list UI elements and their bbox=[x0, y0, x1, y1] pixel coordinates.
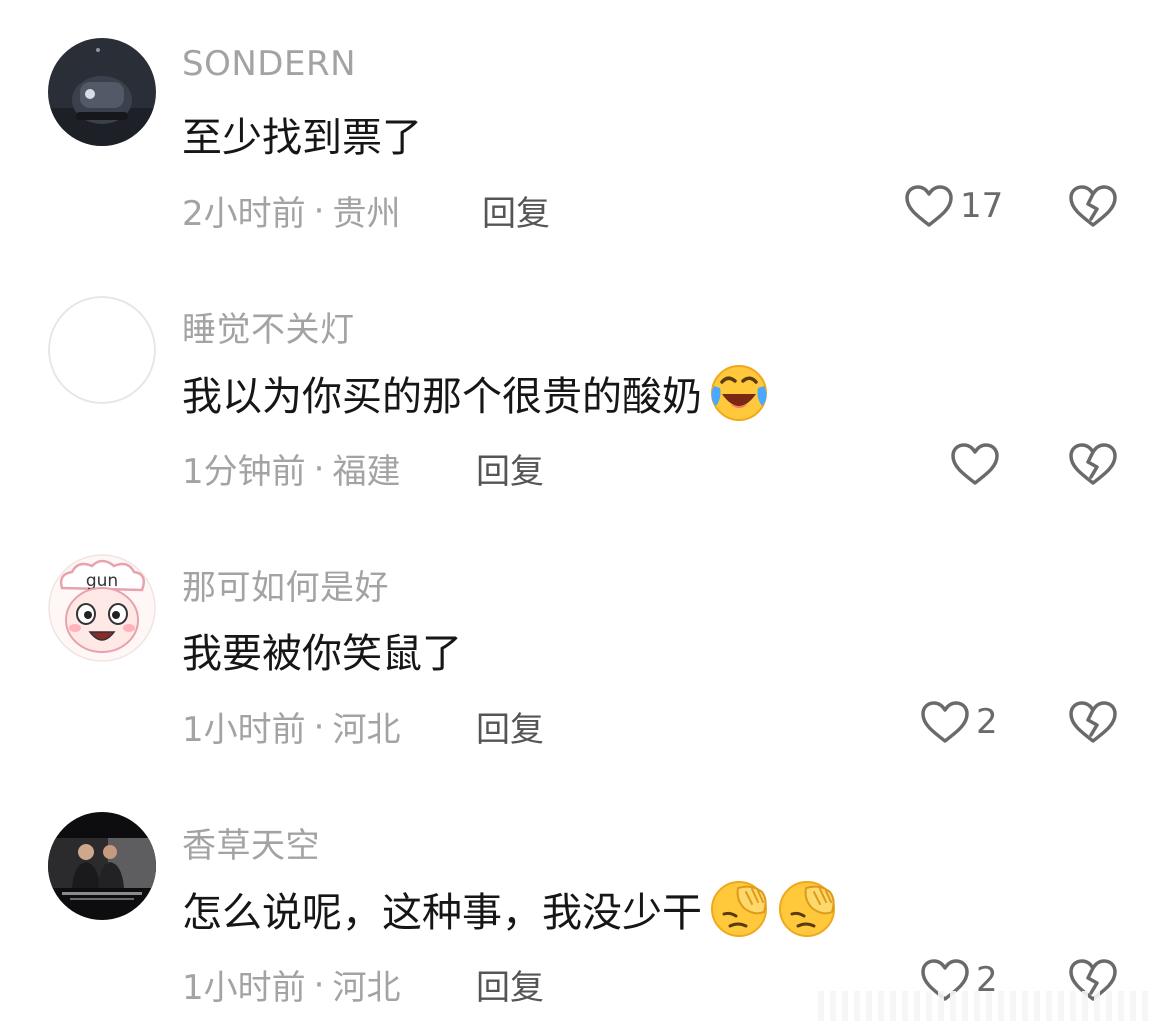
meta-separator: · bbox=[314, 707, 325, 747]
reply-button[interactable]: 回复 bbox=[476, 960, 544, 1009]
username[interactable]: 那可如何是好 bbox=[182, 560, 389, 609]
comment-text-content: 我要被你笑鼠了 bbox=[182, 621, 462, 679]
heart-icon bbox=[920, 700, 970, 744]
comment-time: 2小时前 bbox=[182, 186, 306, 235]
facepalm-emoji-icon bbox=[776, 878, 838, 940]
heart-icon bbox=[950, 442, 1000, 486]
heart-icon bbox=[904, 184, 954, 228]
blank-avatar-icon bbox=[48, 296, 156, 404]
reply-button[interactable]: 回复 bbox=[476, 702, 544, 751]
meta-separator: · bbox=[314, 965, 325, 1005]
comment-item: SONDERN 至少找到票了 2小时前 · 贵州 回复 17 bbox=[0, 0, 1170, 258]
comment-meta: 1分钟前 · 福建 bbox=[182, 444, 400, 493]
comment-text-content: 我以为你买的那个很贵的酸奶 bbox=[182, 364, 702, 422]
user-avatar[interactable] bbox=[48, 812, 156, 920]
comment-item: gun 那可如何是好 我要被你笑鼠了 1小时前 · 河北 回复 2 bbox=[0, 516, 1170, 774]
broken-heart-icon bbox=[1068, 442, 1118, 486]
comment-time: 1小时前 bbox=[182, 960, 306, 1009]
comment-location: 贵州 bbox=[332, 186, 400, 235]
two-men-photo-avatar-icon bbox=[48, 812, 156, 920]
dislike-button[interactable] bbox=[1068, 184, 1118, 228]
comment-meta: 2小时前 · 贵州 bbox=[182, 186, 400, 235]
watermark-overlay bbox=[812, 991, 1152, 1021]
comment-meta: 1小时前 · 河北 bbox=[182, 702, 400, 751]
comment-time: 1小时前 bbox=[182, 702, 306, 751]
dislike-button[interactable] bbox=[1068, 700, 1118, 744]
like-button[interactable]: 17 bbox=[904, 184, 1003, 228]
username[interactable]: 睡觉不关灯 bbox=[182, 302, 355, 351]
comment-item: 睡觉不关灯 我以为你买的那个很贵的酸奶 1分钟前 · 福建 回复 bbox=[0, 258, 1170, 516]
dark-device-avatar-icon bbox=[48, 38, 156, 146]
user-avatar[interactable] bbox=[48, 296, 156, 404]
username[interactable]: SONDERN bbox=[182, 44, 356, 84]
cartoon-sheep-avatar-icon: gun bbox=[48, 554, 156, 662]
user-avatar[interactable] bbox=[48, 38, 156, 146]
laughing-crying-emoji-icon bbox=[708, 362, 770, 424]
broken-heart-icon bbox=[1068, 700, 1118, 744]
username[interactable]: 香草天空 bbox=[182, 818, 320, 867]
reply-button[interactable]: 回复 bbox=[476, 444, 544, 493]
comment-location: 河北 bbox=[332, 702, 400, 751]
facepalm-emoji-icon bbox=[708, 878, 770, 940]
comment-text: 怎么说呢，这种事，我没少干 bbox=[182, 878, 838, 940]
comment-text-content: 怎么说呢，这种事，我没少干 bbox=[182, 880, 702, 938]
comment-location: 河北 bbox=[332, 960, 400, 1009]
comment-text: 我要被你笑鼠了 bbox=[182, 624, 462, 676]
broken-heart-icon bbox=[1068, 184, 1118, 228]
comment-text-content: 至少找到票了 bbox=[182, 105, 422, 163]
comment-location: 福建 bbox=[332, 444, 400, 493]
user-avatar[interactable]: gun bbox=[48, 554, 156, 662]
dislike-button[interactable] bbox=[1068, 442, 1118, 486]
meta-separator: · bbox=[314, 191, 325, 231]
like-button[interactable]: 2 bbox=[920, 700, 998, 744]
comment-meta: 1小时前 · 河北 bbox=[182, 960, 400, 1009]
comment-text: 至少找到票了 bbox=[182, 108, 422, 160]
like-button[interactable] bbox=[950, 442, 1006, 486]
comment-time: 1分钟前 bbox=[182, 444, 306, 493]
like-count: 17 bbox=[960, 186, 1003, 226]
comment-text: 我以为你买的那个很贵的酸奶 bbox=[182, 362, 770, 424]
reply-button[interactable]: 回复 bbox=[482, 186, 550, 235]
meta-separator: · bbox=[314, 449, 325, 489]
like-count: 2 bbox=[976, 702, 998, 742]
